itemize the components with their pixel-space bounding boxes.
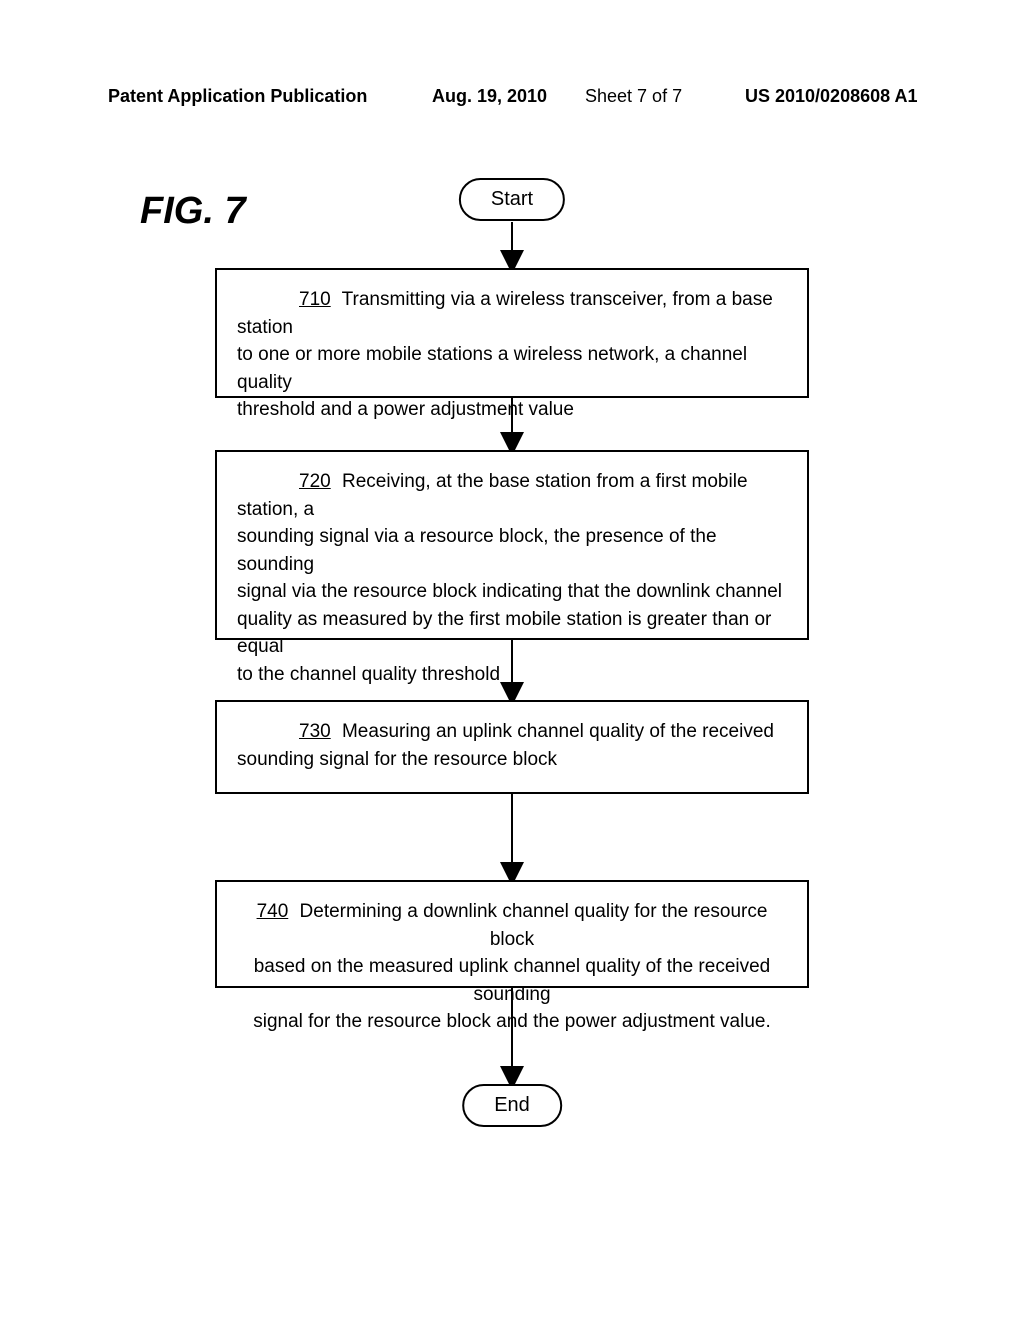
publication-type: Patent Application Publication xyxy=(108,86,367,107)
figure-label: FIG. 7 xyxy=(140,190,246,233)
step-text: quality as measured by the first mobile … xyxy=(237,606,787,661)
publication-date: Aug. 19, 2010 xyxy=(432,86,547,107)
sheet-number: Sheet 7 of 7 xyxy=(585,86,682,107)
step-text: Determining a downlink channel quality f… xyxy=(300,901,768,950)
step-text: sounding signal for the resource block xyxy=(237,746,787,774)
flow-end-terminal: End xyxy=(462,1084,562,1127)
step-number: 740 xyxy=(257,901,289,922)
flow-step-730: 730 Measuring an uplink channel quality … xyxy=(215,700,809,794)
end-label: End xyxy=(494,1094,530,1116)
step-text: based on the measured uplink channel qua… xyxy=(237,953,787,1008)
step-number: 730 xyxy=(299,721,331,742)
step-number: 720 xyxy=(299,471,331,492)
flow-step-740: 740 Determining a downlink channel quali… xyxy=(215,880,809,988)
flow-step-720: 720 Receiving, at the base station from … xyxy=(215,450,809,640)
step-text: to one or more mobile stations a wireles… xyxy=(237,341,787,396)
flow-step-710: 710 Transmitting via a wireless transcei… xyxy=(215,268,809,398)
start-label: Start xyxy=(491,188,533,210)
step-number: 710 xyxy=(299,289,331,310)
step-text: sounding signal via a resource block, th… xyxy=(237,523,787,578)
step-text: signal for the resource block and the po… xyxy=(237,1008,787,1036)
step-text: signal via the resource block indicating… xyxy=(237,578,787,606)
flow-start-terminal: Start xyxy=(459,178,565,221)
step-text: threshold and a power adjustment value xyxy=(237,396,787,424)
step-text: to the channel quality threshold xyxy=(237,661,787,689)
document-number: US 2010/0208608 A1 xyxy=(745,86,917,107)
step-text: Measuring an uplink channel quality of t… xyxy=(342,721,774,742)
